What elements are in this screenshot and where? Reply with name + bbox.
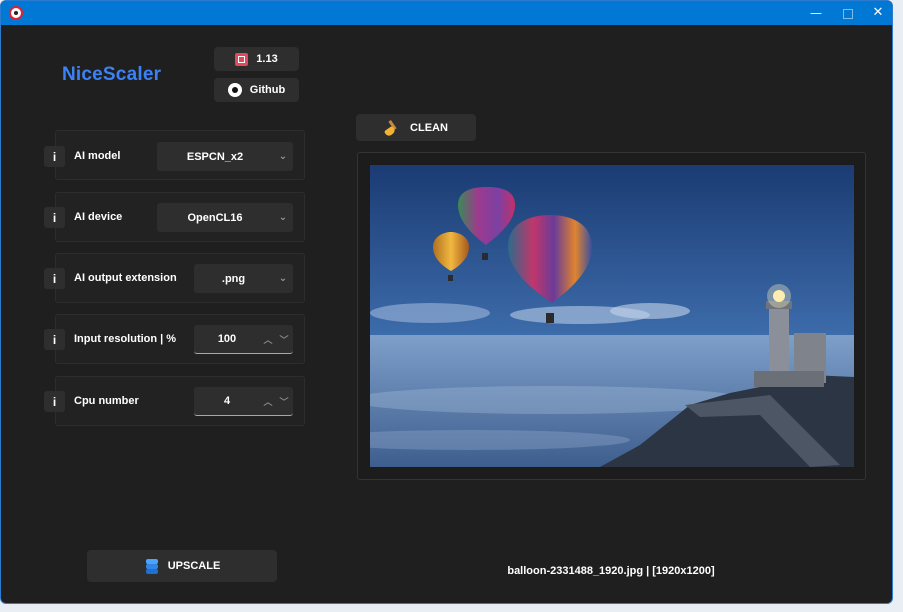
input-resolution-label: Input resolution | % bbox=[74, 333, 177, 345]
clean-button[interactable]: CLEAN bbox=[356, 114, 476, 141]
upscale-label: UPSCALE bbox=[167, 560, 221, 572]
ai-device-value: OpenCL16 bbox=[187, 211, 243, 224]
version-button[interactable]: 1.13 bbox=[214, 47, 299, 71]
ai-output-extension-select[interactable]: .png ⌄ bbox=[194, 264, 293, 293]
broom-icon bbox=[384, 120, 400, 136]
chevron-down-icon: ⌄ bbox=[278, 273, 288, 284]
file-info: balloon-2331488_1920.jpg | [1920x1200] bbox=[507, 565, 715, 577]
ai-device-info-button[interactable]: i bbox=[44, 207, 65, 228]
ai-device-select[interactable]: OpenCL16 ⌄ bbox=[157, 203, 293, 232]
app-store-icon bbox=[235, 52, 249, 66]
ai-output-extension-value: .png bbox=[221, 272, 246, 285]
cpu-number-info-button[interactable]: i bbox=[44, 391, 65, 412]
app-window: — ✕ NiceScaler 1.13 Github i AI model ES… bbox=[0, 0, 893, 604]
cpu-number-spinbox[interactable]: 4 ︿ ﹀ bbox=[194, 387, 293, 416]
decrement-icon[interactable]: ﹀ bbox=[276, 333, 292, 346]
ai-model-select[interactable]: ESPCN_x2 ⌄ bbox=[157, 142, 293, 171]
preview-image bbox=[370, 165, 854, 467]
chevron-down-icon: ⌄ bbox=[278, 212, 288, 223]
increment-icon[interactable]: ︿ bbox=[260, 333, 276, 346]
upscale-button[interactable]: UPSCALE bbox=[87, 550, 277, 582]
ai-model-label: AI model bbox=[74, 150, 121, 162]
increment-icon[interactable]: ︿ bbox=[260, 395, 276, 408]
version-label: 1.13 bbox=[256, 53, 278, 65]
maximize-button[interactable] bbox=[833, 1, 863, 25]
title-bar[interactable]: — ✕ bbox=[1, 1, 892, 25]
app-icon bbox=[9, 6, 23, 20]
ai-output-extension-info-button[interactable]: i bbox=[44, 268, 65, 289]
github-label: Github bbox=[249, 84, 286, 96]
ai-model-info-button[interactable]: i bbox=[44, 146, 65, 167]
input-resolution-spinbox[interactable]: 100 ︿ ﹀ bbox=[194, 325, 293, 354]
github-button[interactable]: Github bbox=[214, 78, 299, 102]
cpu-number-label: Cpu number bbox=[74, 395, 139, 407]
cpu-number-value: 4 bbox=[223, 395, 231, 407]
minimize-button[interactable]: — bbox=[801, 1, 831, 25]
input-resolution-value: 100 bbox=[217, 333, 237, 345]
input-resolution-info-button[interactable]: i bbox=[44, 329, 65, 350]
ai-model-value: ESPCN_x2 bbox=[186, 150, 244, 163]
close-button[interactable]: ✕ bbox=[863, 1, 892, 25]
app-title: NiceScaler bbox=[62, 64, 162, 85]
github-icon bbox=[227, 83, 242, 97]
ai-output-extension-label: AI output extension bbox=[74, 272, 177, 284]
layers-icon bbox=[144, 559, 160, 574]
chevron-down-icon: ⌄ bbox=[278, 151, 288, 162]
clean-label: CLEAN bbox=[410, 121, 448, 134]
ai-device-label: AI device bbox=[74, 211, 123, 223]
decrement-icon[interactable]: ﹀ bbox=[276, 395, 292, 408]
